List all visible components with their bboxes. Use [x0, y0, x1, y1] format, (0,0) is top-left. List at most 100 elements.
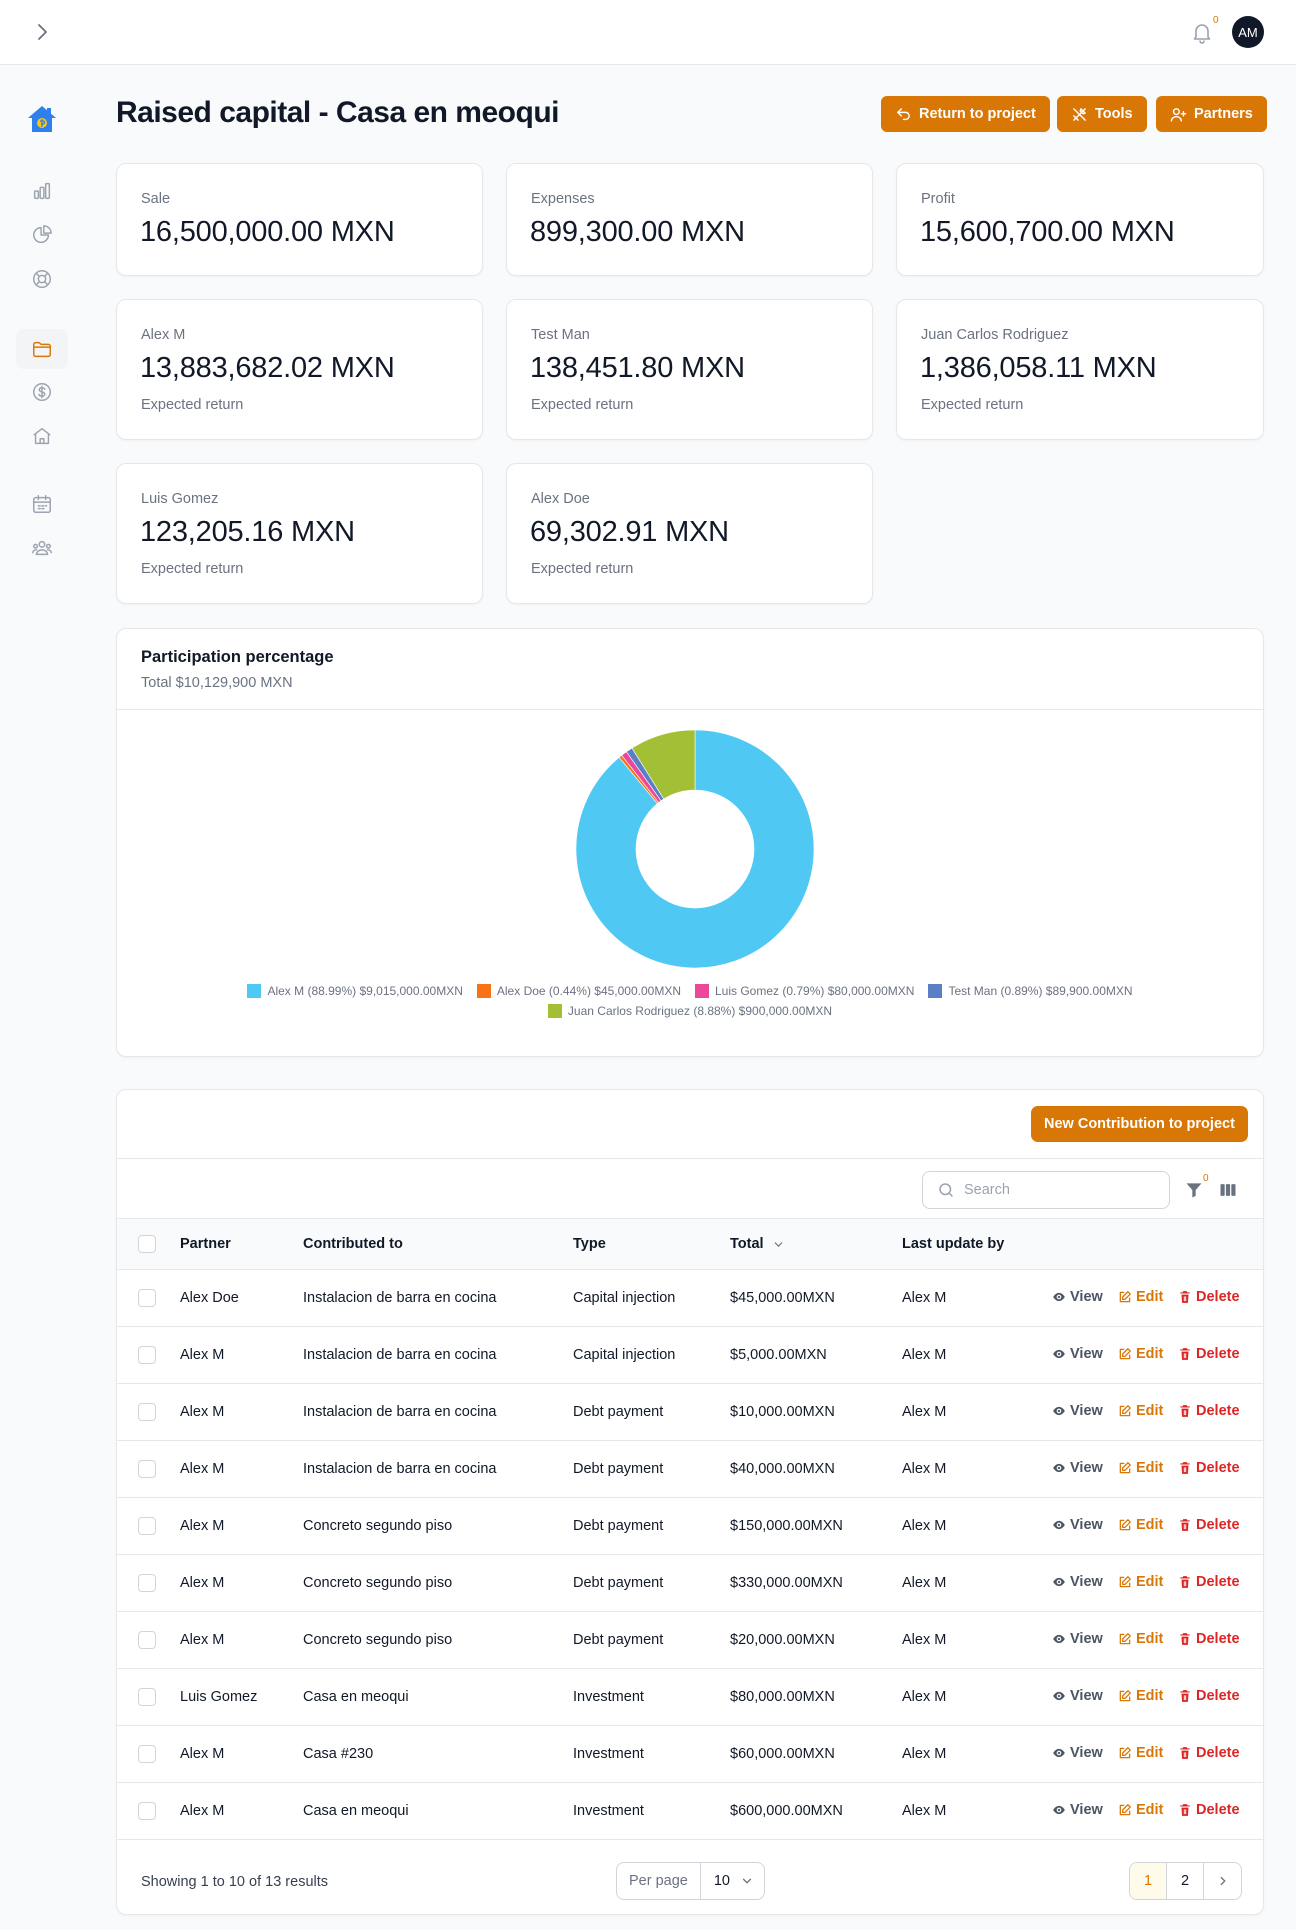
- bell-icon[interactable]: [1190, 20, 1214, 44]
- cell-partner: Alex M: [180, 1518, 225, 1534]
- lifebuoy-icon[interactable]: [29, 266, 55, 292]
- delete-button[interactable]: Delete: [1178, 1688, 1240, 1704]
- cell-total: $45,000.00MXN: [730, 1290, 835, 1306]
- view-button[interactable]: View: [1052, 1802, 1103, 1818]
- view-button[interactable]: View: [1052, 1346, 1103, 1362]
- delete-button[interactable]: Delete: [1178, 1745, 1240, 1761]
- sort-chevron-down-icon: [774, 1241, 782, 1247]
- view-button[interactable]: View: [1052, 1574, 1103, 1590]
- expand-sidebar-icon[interactable]: [30, 20, 54, 44]
- eye-icon: [1052, 1746, 1066, 1760]
- per-page-dropdown[interactable]: 10: [701, 1863, 764, 1899]
- cell-total: $600,000.00MXN: [730, 1803, 843, 1819]
- delete-button[interactable]: Delete: [1178, 1574, 1240, 1590]
- column-header-type[interactable]: Type: [573, 1236, 606, 1252]
- partner-return-card: Luis Gomez 123,205.16 MXN Expected retur…: [116, 463, 483, 604]
- row-checkbox[interactable]: [138, 1460, 156, 1478]
- legend-item[interactable]: Alex M (88.99%) $9,015,000.00MXN: [247, 984, 463, 998]
- bar-chart-icon[interactable]: [29, 178, 55, 204]
- eye-icon: [1052, 1689, 1066, 1703]
- new-contribution-button[interactable]: New Contribution to project: [1031, 1106, 1248, 1142]
- legend-label: Juan Carlos Rodriguez (8.88%) $900,000.0…: [567, 1004, 833, 1018]
- delete-button[interactable]: Delete: [1178, 1346, 1240, 1362]
- row-checkbox[interactable]: [138, 1631, 156, 1649]
- column-header-partner[interactable]: Partner: [180, 1236, 231, 1252]
- select-all-checkbox[interactable]: [138, 1235, 156, 1253]
- view-button[interactable]: View: [1052, 1688, 1103, 1704]
- legend-item[interactable]: Luis Gomez (0.79%) $80,000.00MXN: [695, 984, 914, 998]
- view-button[interactable]: View: [1052, 1403, 1103, 1419]
- row-checkbox[interactable]: [138, 1745, 156, 1763]
- partners-button[interactable]: Partners: [1156, 96, 1267, 132]
- search-input[interactable]: [964, 1182, 1154, 1198]
- cell-type: Capital injection: [573, 1290, 676, 1306]
- folder-icon[interactable]: [16, 329, 68, 369]
- edit-icon: [1118, 1746, 1132, 1760]
- table-row: Alex M Instalacion de barra en cocina Capi…: [117, 1326, 1263, 1383]
- row-checkbox[interactable]: [138, 1517, 156, 1535]
- per-page-select[interactable]: Per page 10: [616, 1862, 765, 1900]
- edit-button[interactable]: Edit: [1118, 1460, 1163, 1476]
- eye-icon: [1052, 1461, 1066, 1475]
- cell-total: $330,000.00MXN: [730, 1575, 843, 1591]
- tools-button[interactable]: Tools: [1057, 96, 1147, 132]
- partner-name: Alex Doe: [531, 491, 590, 507]
- row-checkbox[interactable]: [138, 1574, 156, 1592]
- view-label: View: [1070, 1289, 1103, 1305]
- edit-button[interactable]: Edit: [1118, 1346, 1163, 1362]
- delete-button[interactable]: Delete: [1178, 1289, 1240, 1305]
- filter-icon[interactable]: [1184, 1180, 1204, 1200]
- row-checkbox[interactable]: [138, 1403, 156, 1421]
- users-icon[interactable]: [29, 535, 55, 561]
- legend-item[interactable]: Test Man (0.89%) $89,900.00MXN: [928, 984, 1133, 998]
- edit-button[interactable]: Edit: [1118, 1745, 1163, 1761]
- column-header-total[interactable]: Total: [730, 1236, 785, 1252]
- app-logo-icon[interactable]: [26, 103, 58, 135]
- delete-label: Delete: [1196, 1631, 1240, 1647]
- delete-button[interactable]: Delete: [1178, 1802, 1240, 1818]
- dollar-circle-icon[interactable]: [29, 379, 55, 405]
- home-icon[interactable]: [29, 423, 55, 449]
- legend-item[interactable]: Alex Doe (0.44%) $45,000.00MXN: [476, 984, 681, 998]
- row-checkbox[interactable]: [138, 1346, 156, 1364]
- view-button[interactable]: View: [1052, 1631, 1103, 1647]
- columns-icon[interactable]: [1218, 1180, 1238, 1200]
- column-header-contributed-to[interactable]: Contributed to: [303, 1236, 403, 1252]
- view-button[interactable]: View: [1052, 1289, 1103, 1305]
- row-checkbox[interactable]: [138, 1289, 156, 1307]
- trash-icon: [1178, 1404, 1192, 1418]
- delete-button[interactable]: Delete: [1178, 1631, 1240, 1647]
- calendar-icon[interactable]: [29, 491, 55, 517]
- edit-button[interactable]: Edit: [1118, 1688, 1163, 1704]
- view-button[interactable]: View: [1052, 1517, 1103, 1533]
- return-to-project-button[interactable]: Return to project: [881, 96, 1050, 132]
- delete-label: Delete: [1196, 1403, 1240, 1419]
- edit-button[interactable]: Edit: [1118, 1403, 1163, 1419]
- row-checkbox[interactable]: [138, 1688, 156, 1706]
- legend-swatch: [247, 984, 262, 998]
- edit-button[interactable]: Edit: [1118, 1289, 1163, 1305]
- edit-button[interactable]: Edit: [1118, 1574, 1163, 1590]
- delete-label: Delete: [1196, 1346, 1240, 1362]
- eye-icon: [1052, 1575, 1066, 1589]
- edit-button[interactable]: Edit: [1118, 1631, 1163, 1647]
- row-checkbox[interactable]: [138, 1802, 156, 1820]
- column-header-last-update-by[interactable]: Last update by: [902, 1236, 1004, 1252]
- cell-last-update-by: Alex M: [902, 1746, 947, 1762]
- legend-item[interactable]: Juan Carlos Rodriguez (8.88%) $900,000.0…: [547, 1004, 833, 1018]
- delete-button[interactable]: Delete: [1178, 1460, 1240, 1476]
- avatar[interactable]: AM: [1232, 16, 1264, 48]
- view-button[interactable]: View: [1052, 1460, 1103, 1476]
- page-1-button[interactable]: 1: [1130, 1863, 1167, 1899]
- edit-button[interactable]: Edit: [1118, 1802, 1163, 1818]
- pie-chart-icon[interactable]: [29, 222, 55, 248]
- delete-label: Delete: [1196, 1517, 1240, 1533]
- view-button[interactable]: View: [1052, 1745, 1103, 1761]
- edit-icon: [1118, 1290, 1132, 1304]
- delete-button[interactable]: Delete: [1178, 1403, 1240, 1419]
- next-page-button[interactable]: [1204, 1863, 1241, 1899]
- delete-button[interactable]: Delete: [1178, 1517, 1240, 1533]
- page-2-button[interactable]: 2: [1167, 1863, 1204, 1899]
- search-box[interactable]: [922, 1171, 1170, 1209]
- edit-button[interactable]: Edit: [1118, 1517, 1163, 1533]
